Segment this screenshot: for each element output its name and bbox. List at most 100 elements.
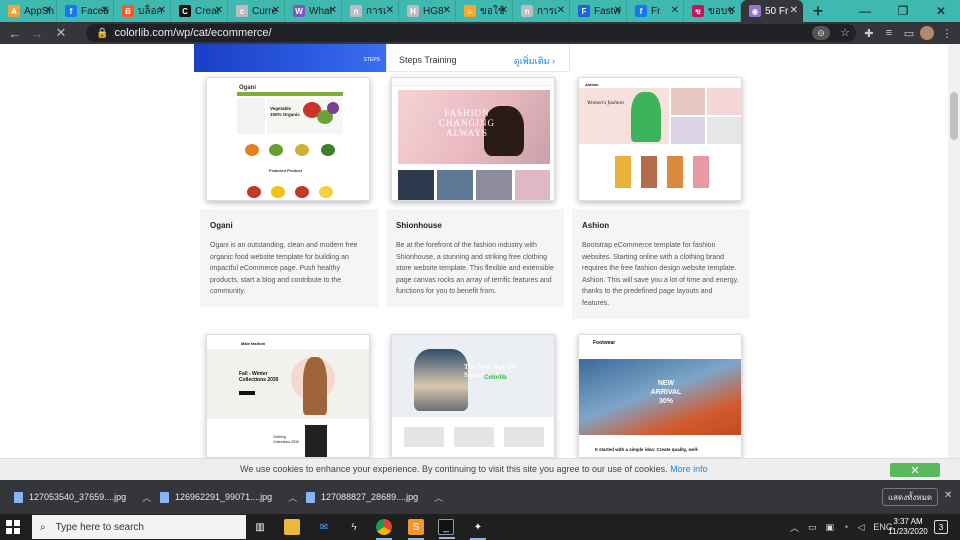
close-tab-icon[interactable]: ✕	[44, 5, 52, 16]
banner-more-link[interactable]: ดูเพิ่มเติม ›	[514, 54, 555, 68]
zoom-icon[interactable]: ⊖	[812, 26, 830, 40]
tab-favicon-icon: F	[578, 5, 590, 17]
media-icon[interactable]: ≡	[880, 24, 898, 42]
new-tab-button[interactable]: +	[807, 0, 829, 22]
ogani-thumb-sub: Featured Product	[269, 168, 303, 173]
chevron-up-icon[interactable]: ︿	[142, 491, 151, 504]
ashion-thumbnail[interactable]: Ashion Women's fashion	[578, 77, 742, 201]
file-icon	[14, 491, 23, 503]
footwear-thumb-sub: It started with a simple idea: Create qu…	[595, 447, 699, 452]
cookie-close-button[interactable]: ✕	[890, 463, 940, 477]
windows-start-icon[interactable]	[6, 520, 20, 534]
colorlib-thumbnail[interactable]: The New Way To Success Colorlib	[391, 334, 555, 458]
close-tab-icon[interactable]: ✕	[215, 5, 223, 16]
download-item[interactable]: 127053540_37659....jpg ︿	[14, 490, 151, 504]
tab[interactable]: ก การเ ✕	[342, 0, 399, 22]
shionhouse-thumb-product-3	[476, 170, 512, 200]
close-tab-icon[interactable]: ✕	[101, 5, 109, 16]
stop-loading-icon[interactable]: ✕	[50, 22, 72, 44]
download-item[interactable]: 126962291_99071....jpg ︿	[160, 490, 297, 504]
close-window-button[interactable]: ✕	[922, 0, 960, 22]
male-fashion-thumbnail[interactable]: Male fashion Fall - Winter Collections 2…	[206, 334, 370, 458]
card-title[interactable]: Ogani	[210, 221, 368, 230]
page-scrollbar[interactable]	[948, 44, 960, 458]
tab[interactable]: c Curre ✕	[228, 0, 285, 22]
fruit-icon	[321, 144, 335, 156]
app-icon[interactable]: ✦	[470, 519, 486, 540]
download-filename: 126962291_99071....jpg	[175, 492, 273, 502]
card-title[interactable]: Shionhouse	[396, 221, 554, 230]
close-tab-icon[interactable]: ✕	[443, 5, 451, 16]
maximize-button[interactable]: ❐	[884, 0, 922, 22]
tab[interactable]: ก การเ ✕	[513, 0, 570, 22]
avatar[interactable]	[918, 24, 936, 42]
close-tab-icon[interactable]: ✕	[790, 5, 798, 16]
card-description: Ogani is an outstanding, clean and moder…	[210, 242, 358, 295]
close-tab-icon[interactable]: ✕	[386, 5, 394, 16]
taskbar-search-input[interactable]: ⌕ Type here to search	[32, 515, 246, 539]
forward-arrow-icon[interactable]: →	[26, 22, 48, 44]
tab[interactable]: C Creat ✕	[171, 0, 228, 22]
fruit-icon	[319, 186, 333, 198]
fruit-icon	[247, 186, 261, 198]
bookmark-star-icon[interactable]: ☆	[840, 26, 850, 39]
cookie-more-link[interactable]: More info	[670, 464, 708, 474]
footwear-thumbnail[interactable]: Footwear NEW ARRIVAL 30% It started with…	[578, 334, 742, 458]
close-tab-icon[interactable]: ✕	[671, 5, 679, 16]
wifi-icon[interactable]: ◔	[843, 522, 848, 532]
tab[interactable]: f Faceb ✕	[57, 0, 114, 22]
tab[interactable]: B บล็อก ✕	[114, 0, 171, 22]
file-explorer-icon[interactable]	[284, 519, 300, 535]
close-tab-icon[interactable]: ✕	[614, 5, 622, 16]
camera-icon[interactable]: ▣	[826, 522, 835, 533]
close-tab-icon[interactable]: ✕	[728, 5, 736, 16]
tab[interactable]: H HG8 ✕	[399, 0, 456, 22]
ogani-thumb-heading: Vegetable 100% Organic	[270, 106, 300, 117]
cast-icon[interactable]: ▭	[900, 24, 918, 42]
close-downloads-icon[interactable]: ✕	[944, 490, 952, 501]
chevron-up-icon[interactable]: ︿	[790, 521, 799, 534]
close-tab-icon[interactable]: ✕	[272, 5, 280, 16]
tab[interactable]: f Fr ✕	[627, 0, 684, 22]
app-bolt-icon[interactable]: ϟ	[346, 519, 362, 535]
chevron-up-icon[interactable]: ︿	[434, 491, 443, 504]
shionhouse-thumbnail[interactable]: FASHION CHANGING ALWAYS	[391, 77, 555, 201]
terminal-icon[interactable]: _	[438, 519, 455, 539]
tab-favicon-icon: H	[407, 5, 419, 17]
task-view-icon[interactable]: ▥	[252, 519, 268, 535]
close-tab-icon[interactable]: ✕	[158, 5, 166, 16]
tab-active[interactable]: ◉ 50 Fr ✕	[741, 0, 803, 22]
minimize-button[interactable]: —	[846, 0, 884, 22]
extensions-icon[interactable]: ✚	[860, 24, 878, 42]
scrollbar-thumb[interactable]	[950, 92, 958, 140]
tab[interactable]: ☺ ขอใช้ ✕	[456, 0, 513, 22]
tab-favicon-icon: C	[179, 5, 191, 17]
footwear-thumb-heading: NEW ARRIVAL 30%	[650, 380, 682, 405]
back-arrow-icon[interactable]: ←	[4, 22, 26, 44]
close-tab-icon[interactable]: ✕	[500, 5, 508, 16]
card-title[interactable]: Ashion	[582, 221, 740, 230]
close-tab-icon[interactable]: ✕	[557, 5, 565, 16]
male-fashion-thumb-cta	[239, 391, 255, 395]
tab[interactable]: ขขอบข ✕	[684, 0, 741, 22]
tab[interactable]: W What ✕	[285, 0, 342, 22]
mail-icon[interactable]: ✉	[316, 519, 332, 535]
show-all-downloads-button[interactable]: แสดงทั้งหมด	[882, 488, 938, 506]
notification-badge[interactable]: 3	[934, 520, 948, 534]
menu-icon[interactable]: ⋮	[938, 24, 956, 42]
cookie-text: We use cookies to enhance your experienc…	[240, 464, 668, 474]
download-item[interactable]: 127088827_28689....jpg ︿	[306, 490, 443, 504]
address-bar[interactable]: 🔒 colorlib.com/wp/cat/ecommerce/ ⊖ ☆	[86, 24, 856, 42]
volume-icon[interactable]: ◁	[857, 522, 864, 533]
clock[interactable]: 3:37 AM 11/23/2020	[888, 517, 928, 537]
tab-strip: A AppSh ✕ f Faceb ✕ B บล็อก ✕ C Creat ✕ c Curre ✕ W What…	[0, 0, 960, 22]
sublime-icon[interactable]: S	[408, 519, 424, 540]
clock-date: 11/23/2020	[888, 527, 928, 536]
ogani-thumbnail[interactable]: Ogani Vegetable 100% Organic Featured Pr…	[206, 77, 370, 201]
battery-icon[interactable]: ▭	[808, 522, 817, 533]
tab[interactable]: F Fastw ✕	[570, 0, 627, 22]
close-tab-icon[interactable]: ✕	[329, 5, 337, 16]
tab[interactable]: A AppSh ✕	[0, 0, 57, 22]
chevron-up-icon[interactable]: ︿	[288, 491, 297, 504]
chrome-icon[interactable]	[376, 519, 392, 540]
